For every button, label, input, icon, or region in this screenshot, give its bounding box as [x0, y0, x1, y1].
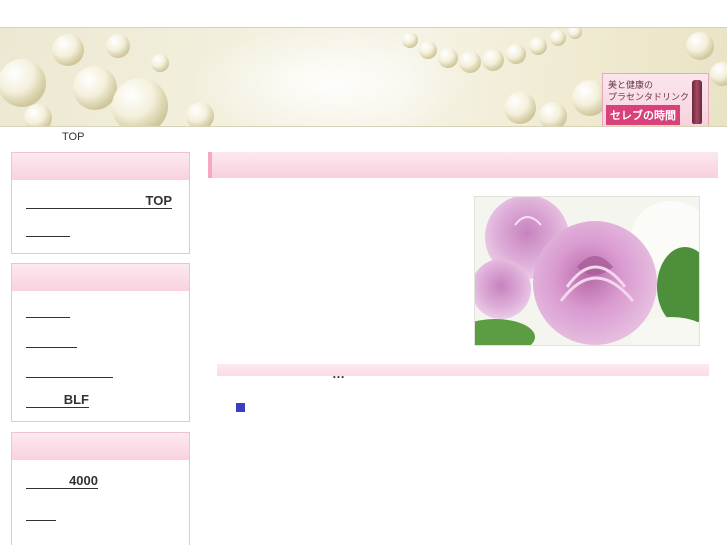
sidebar-menu-box-1: TOP — [11, 152, 190, 254]
logo-brand-name: セレブの時間 — [606, 105, 680, 125]
rose-image — [475, 197, 699, 345]
header-banner: 美と健康の プラセンタドリンク セレブの時間 — [0, 27, 727, 127]
sidebar-link-top[interactable]: TOP — [26, 193, 172, 209]
sidebar-link-top-label: TOP — [145, 193, 173, 208]
sidebar-link-2[interactable] — [26, 221, 70, 237]
square-bullet-icon — [236, 403, 245, 412]
section-subheading — [217, 364, 709, 376]
sidebar-link-7[interactable] — [26, 505, 56, 521]
sidebar-link-3[interactable] — [26, 302, 70, 318]
top-bar — [0, 0, 727, 27]
rose-photo — [474, 196, 700, 346]
sidebar-menu-box-2: BLF — [11, 263, 190, 422]
sidebar-box-2-header — [12, 264, 189, 291]
breadcrumb[interactable]: TOP — [62, 131, 84, 143]
logo-subtitle: プラセンタドリンク — [608, 93, 690, 103]
sidebar-link-4000[interactable]: 4000 — [26, 473, 98, 489]
sidebar-link-4000-label: 4000 — [69, 473, 98, 488]
sidebar-link-4[interactable] — [26, 332, 77, 348]
product-logo[interactable]: 美と健康の プラセンタドリンク セレブの時間 — [602, 73, 709, 126]
sidebar-menu-box-3: 4000 — [11, 432, 190, 545]
sidebar-box-1-header — [12, 153, 189, 180]
drink-bottle-icon — [692, 80, 702, 124]
sidebar-link-blf-label: BLF — [63, 392, 89, 407]
main-section-heading — [208, 152, 718, 178]
sidebar-box-3-header — [12, 433, 189, 460]
sidebar-link-5[interactable] — [26, 362, 113, 378]
sidebar-link-blf[interactable]: BLF — [26, 392, 89, 408]
subheading-ellipsis: … — [332, 366, 345, 381]
